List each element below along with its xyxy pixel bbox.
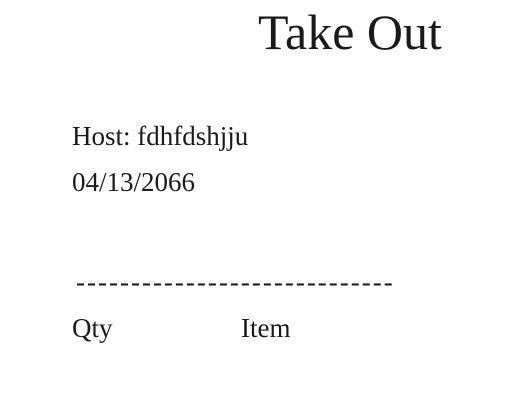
host-line: Host: fdhfdshjju: [72, 121, 249, 151]
column-header-item: Item: [241, 313, 291, 343]
receipt-title: Take Out: [258, 4, 442, 60]
order-date: 04/13/2066: [72, 167, 196, 197]
dashed-divider: -----------------------------: [76, 267, 395, 297]
column-header-qty: Qty: [72, 313, 113, 343]
